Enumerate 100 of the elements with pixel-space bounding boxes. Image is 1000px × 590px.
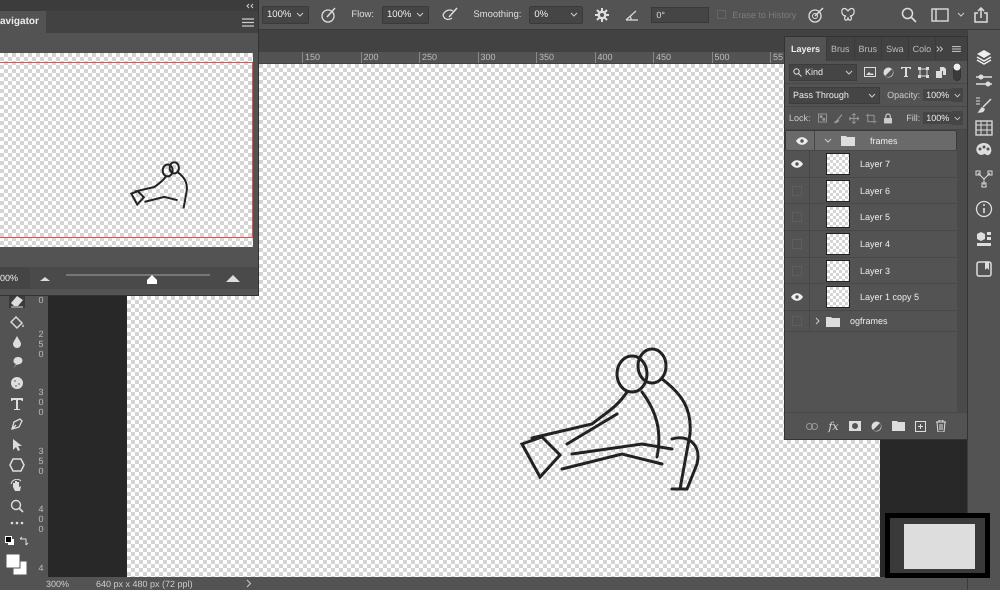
caret-icon[interactable] bbox=[952, 88, 963, 102]
smart-object-icon[interactable] bbox=[936, 66, 946, 78]
ruler-label: 200 bbox=[360, 52, 419, 63]
type-tool-icon[interactable] bbox=[10, 396, 24, 410]
trash-icon[interactable] bbox=[936, 420, 946, 432]
info-icon[interactable] bbox=[975, 200, 993, 218]
panel-tab[interactable]: Layers bbox=[785, 37, 828, 61]
shape-icon[interactable] bbox=[918, 66, 929, 78]
angle-field[interactable]: 0° bbox=[651, 6, 710, 22]
ruler-label: 450 bbox=[653, 52, 712, 63]
angle-icon bbox=[624, 8, 640, 22]
swap-colors-icon[interactable] bbox=[19, 536, 29, 546]
layer-group-row[interactable]: ogframes bbox=[785, 311, 957, 332]
more-tools-icon[interactable] bbox=[10, 520, 24, 526]
size-dropdown[interactable]: 100% bbox=[262, 6, 310, 24]
new-layer-icon[interactable] bbox=[914, 420, 926, 432]
layer-style-button[interactable]: fx bbox=[828, 420, 839, 432]
folder-icon[interactable] bbox=[892, 421, 905, 431]
layer-row[interactable]: Layer 7 bbox=[785, 151, 957, 178]
lock-icon[interactable] bbox=[884, 112, 892, 124]
slider-thumb[interactable] bbox=[147, 275, 158, 284]
fill-field[interactable]: 100% bbox=[923, 112, 952, 124]
pressure-opacity-icon[interactable] bbox=[320, 6, 338, 24]
blend-mode-dropdown[interactable]: Pass Through bbox=[789, 86, 880, 104]
checker-lock-icon[interactable] bbox=[818, 113, 826, 123]
menu-icon[interactable] bbox=[952, 45, 961, 53]
layer-name: Layer 1 copy 5 bbox=[860, 292, 920, 302]
layer-name: frames bbox=[870, 136, 898, 146]
grid-icon[interactable] bbox=[975, 120, 993, 136]
layer-row[interactable]: Layer 3 bbox=[785, 258, 957, 284]
caret-icon[interactable] bbox=[824, 136, 832, 144]
brush-icon[interactable] bbox=[834, 112, 842, 124]
caret-icon[interactable] bbox=[952, 111, 963, 125]
menu-icon[interactable] bbox=[242, 18, 254, 26]
rotate-view-icon[interactable] bbox=[10, 478, 24, 492]
caret-icon bbox=[416, 12, 424, 17]
zoom-out-icon[interactable] bbox=[40, 276, 50, 280]
adjustment-icon[interactable] bbox=[870, 420, 882, 432]
flow-dropdown[interactable]: 100% bbox=[382, 6, 430, 24]
image-icon[interactable] bbox=[864, 67, 876, 77]
cube-icon[interactable] bbox=[975, 230, 993, 248]
double-chevron-icon[interactable] bbox=[936, 45, 944, 53]
zoom-in-icon[interactable] bbox=[226, 274, 240, 282]
artboard-icon[interactable] bbox=[866, 112, 878, 124]
panel-tab[interactable]: Swa bbox=[882, 37, 909, 61]
ruler-label: 300 bbox=[478, 52, 536, 63]
palette-icon[interactable] bbox=[975, 142, 993, 158]
paint-bucket-icon[interactable] bbox=[9, 314, 25, 328]
share-icon[interactable] bbox=[973, 6, 989, 22]
default-colors-icon[interactable] bbox=[5, 536, 15, 546]
layer-row[interactable]: Layer 1 copy 5 bbox=[785, 284, 957, 312]
layers-icon[interactable] bbox=[975, 48, 993, 66]
pressure-size-icon[interactable] bbox=[807, 6, 826, 24]
half-circle-icon[interactable] bbox=[883, 66, 894, 78]
ruler-label: 400 bbox=[594, 52, 653, 63]
navigator-tab[interactable]: avigator bbox=[0, 11, 46, 33]
butterfly-icon[interactable] bbox=[839, 6, 858, 24]
ruler-label: 250 bbox=[38, 330, 44, 361]
color-swatches-icon[interactable] bbox=[5, 552, 29, 576]
link-icon[interactable] bbox=[806, 422, 818, 430]
pen-icon[interactable] bbox=[10, 417, 24, 431]
folder-icon bbox=[841, 135, 855, 146]
search-icon[interactable] bbox=[901, 6, 917, 22]
paths-icon[interactable] bbox=[975, 170, 993, 188]
hexagon-icon[interactable] bbox=[9, 458, 25, 472]
smoothing-label: Smoothing: bbox=[473, 9, 522, 20]
eye-icon[interactable] bbox=[796, 136, 808, 144]
brush-list-icon[interactable] bbox=[975, 96, 993, 114]
zoom-field[interactable]: 00% bbox=[0, 267, 30, 289]
layer-row[interactable]: Layer 4 bbox=[785, 231, 957, 258]
library-icon[interactable] bbox=[975, 260, 993, 278]
eye-icon[interactable] bbox=[791, 293, 803, 302]
eye-icon[interactable] bbox=[791, 160, 803, 168]
layer-row[interactable]: Layer 6 bbox=[785, 178, 957, 204]
panel-tab[interactable]: Brus bbox=[854, 37, 882, 61]
panel-tab[interactable]: Brus bbox=[827, 37, 855, 61]
layer-group-row[interactable]: frames bbox=[785, 130, 957, 151]
zoom-icon[interactable] bbox=[10, 499, 24, 513]
filter-dropdown[interactable]: Kind bbox=[789, 64, 857, 80]
chevron-icon[interactable] bbox=[246, 579, 252, 588]
opacity-field[interactable]: 100% bbox=[923, 89, 952, 101]
settings-icon[interactable] bbox=[594, 6, 610, 22]
smoothing-dropdown[interactable]: 0% bbox=[529, 6, 584, 24]
filter-toggle-icon[interactable] bbox=[953, 63, 961, 81]
layer-row[interactable]: Layer 5 bbox=[785, 204, 957, 232]
collapse-icon[interactable] bbox=[245, 2, 254, 8]
opacity-label: Opacity: bbox=[887, 90, 920, 100]
move-icon[interactable] bbox=[849, 112, 860, 124]
layer-thumbnail bbox=[826, 260, 850, 282]
caret-icon[interactable] bbox=[814, 317, 822, 326]
panel-tab[interactable]: Colo bbox=[908, 37, 936, 61]
mask-icon[interactable] bbox=[848, 421, 861, 431]
workspace-icon[interactable] bbox=[931, 8, 949, 22]
type-layer-icon[interactable] bbox=[901, 67, 911, 77]
caret-icon bbox=[296, 12, 304, 17]
pointer-icon[interactable] bbox=[11, 438, 23, 452]
blur-drop-icon[interactable] bbox=[11, 335, 23, 349]
caret-icon[interactable] bbox=[957, 12, 965, 17]
sponge-icon[interactable] bbox=[10, 376, 24, 390]
caret-icon bbox=[868, 92, 876, 98]
